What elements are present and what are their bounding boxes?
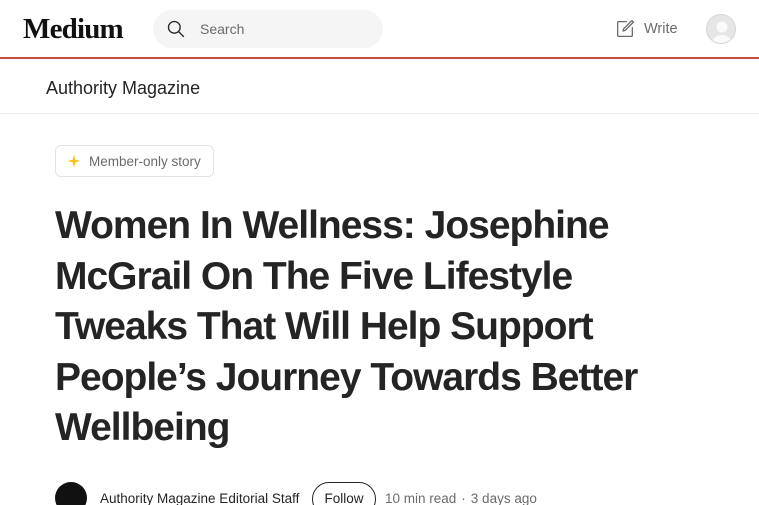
search-input[interactable]: Search xyxy=(153,10,383,48)
read-time: 10 min read xyxy=(385,491,457,505)
member-only-badge: Member-only story xyxy=(55,145,214,177)
published-date: 3 days ago xyxy=(470,491,537,505)
user-avatar[interactable] xyxy=(706,14,736,44)
search-icon xyxy=(167,20,185,38)
user-silhouette-icon xyxy=(711,21,733,43)
top-navigation-bar: Medium Search Write xyxy=(0,0,759,58)
member-only-label: Member-only story xyxy=(89,153,201,169)
publication-bar: Authority Magazine xyxy=(0,59,759,114)
article-meta: 10 min read · 3 days ago xyxy=(385,491,537,505)
article-title: Women In Wellness: Josephine McGrail On … xyxy=(55,204,638,449)
star-icon xyxy=(67,154,81,168)
publication-name[interactable]: Authority Magazine xyxy=(46,78,200,99)
follow-button[interactable]: Follow xyxy=(312,482,376,505)
search-placeholder: Search xyxy=(200,21,245,37)
author-avatar[interactable] xyxy=(55,482,87,505)
medium-logo[interactable]: Medium xyxy=(23,13,124,46)
write-icon xyxy=(617,19,635,37)
write-label: Write xyxy=(644,21,678,37)
meta-separator: · xyxy=(461,491,466,505)
author-name[interactable]: Authority Magazine Editorial Staff xyxy=(100,491,299,505)
write-button[interactable]: Write xyxy=(614,17,678,41)
article-byline: Authority Magazine Editorial Staff Follo… xyxy=(55,482,759,505)
